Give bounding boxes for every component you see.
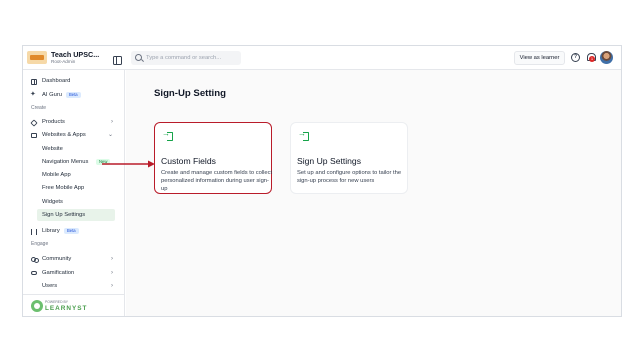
chevron-right-icon: › [111, 119, 113, 125]
sidebar-item-label: Community [42, 256, 72, 262]
chevron-down-icon: ⌄ [107, 132, 113, 138]
search-icon [135, 54, 142, 61]
notification-badge: 1 [589, 56, 595, 62]
sidebar-item-label: AI Guru [42, 92, 62, 98]
card-title: Custom Fields [161, 156, 216, 166]
card-description: Set up and configure options to tailor t… [297, 170, 402, 184]
login-icon [162, 129, 173, 141]
chevron-right-icon: › [111, 270, 113, 276]
sidebar-footer: POWERED BY LEARNYST [23, 294, 124, 316]
sign-up-settings-card[interactable]: Sign Up Settings Set up and configure op… [290, 122, 408, 194]
sidebar-item-free-mobile-app[interactable]: Free Mobile App [26, 182, 116, 194]
sidebar-item-websites-apps[interactable]: Websites & Apps ⌄ [26, 129, 116, 141]
beta-badge: Beta [64, 228, 79, 234]
custom-fields-card[interactable]: Custom Fields Create and manage custom f… [154, 122, 272, 194]
login-icon [298, 129, 309, 141]
card-description: Create and manage custom fields to colle… [161, 170, 273, 192]
avatar[interactable] [600, 51, 613, 64]
chevron-right-icon: › [111, 283, 113, 289]
sidebar-item-label: Widgets [42, 199, 63, 205]
top-bar: Teach UPSC... Root-Admin Type a command … [23, 46, 621, 70]
command-search[interactable]: Type a command or search... [131, 51, 241, 65]
box-icon [30, 118, 38, 127]
sidebar-item-sign-up-settings[interactable]: Sign Up Settings [37, 209, 115, 221]
section-label-engage: Engage [31, 241, 49, 247]
dashboard-icon [31, 78, 37, 85]
sidebar-item-dashboard[interactable]: Dashboard [26, 75, 116, 87]
sidebar-item-mobile-app[interactable]: Mobile App [26, 169, 116, 181]
sidebar-item-users[interactable]: Users › [26, 280, 116, 292]
sidebar-item-label: Websites & Apps [42, 132, 86, 138]
learnyst-wordmark: LEARNYST [45, 305, 88, 312]
library-icon [31, 228, 37, 235]
learnyst-logo-icon [31, 300, 43, 312]
sidebar-item-widgets[interactable]: Widgets [26, 196, 116, 208]
gamepad-icon [31, 271, 37, 275]
sidebar-item-community[interactable]: Community › [26, 253, 116, 265]
sparkle-icon [30, 89, 37, 101]
section-label-create: Create [31, 105, 47, 111]
sidebar-item-label: Library [42, 228, 60, 234]
help-icon[interactable]: ? [571, 53, 580, 62]
sidebar-item-label: Navigation Menus [42, 159, 89, 165]
app-name: Teach UPSC... [51, 50, 100, 59]
sidebar-item-label: Mobile App [42, 172, 71, 178]
sidebar: Dashboard AI Guru Beta Create Products ›… [23, 70, 125, 316]
sidebar-item-ai-guru[interactable]: AI Guru Beta [26, 89, 116, 101]
sidebar-item-label: Dashboard [42, 78, 71, 84]
app-window: Teach UPSC... Root-Admin Type a command … [22, 45, 622, 317]
powered-by-label: POWERED BY [45, 300, 68, 304]
page-title: Sign-Up Setting [154, 88, 226, 99]
main-content: Sign-Up Setting Custom Fields Create and… [126, 70, 621, 316]
monitor-icon [31, 132, 37, 138]
sidebar-item-library[interactable]: Library Beta [26, 225, 116, 237]
sidebar-item-label: Website [42, 146, 63, 152]
school-logo [27, 51, 47, 64]
card-title: Sign Up Settings [297, 156, 362, 166]
sidebar-item-label: Sign Up Settings [42, 212, 86, 218]
sidebar-item-label: Gamification [42, 270, 75, 276]
sidebar-item-label: Products [42, 119, 65, 125]
beta-badge: Beta [66, 92, 81, 98]
annotation-arrow [102, 160, 155, 168]
sidebar-item-products[interactable]: Products › [26, 116, 116, 128]
sidebar-toggle-icon[interactable] [113, 56, 122, 65]
sidebar-item-website[interactable]: Website [26, 143, 116, 155]
sidebar-item-gamification[interactable]: Gamification › [26, 267, 116, 279]
sidebar-item-label: Users [42, 283, 58, 289]
people-icon [31, 256, 39, 263]
sidebar-item-label: Free Mobile App [42, 185, 85, 191]
chevron-right-icon: › [111, 256, 113, 262]
search-placeholder: Type a command or search... [146, 54, 222, 61]
brand-switcher[interactable]: Teach UPSC... Root-Admin [27, 49, 125, 67]
user-role: Root-Admin [51, 59, 76, 64]
view-as-learner-button[interactable]: View as learner [514, 51, 565, 65]
